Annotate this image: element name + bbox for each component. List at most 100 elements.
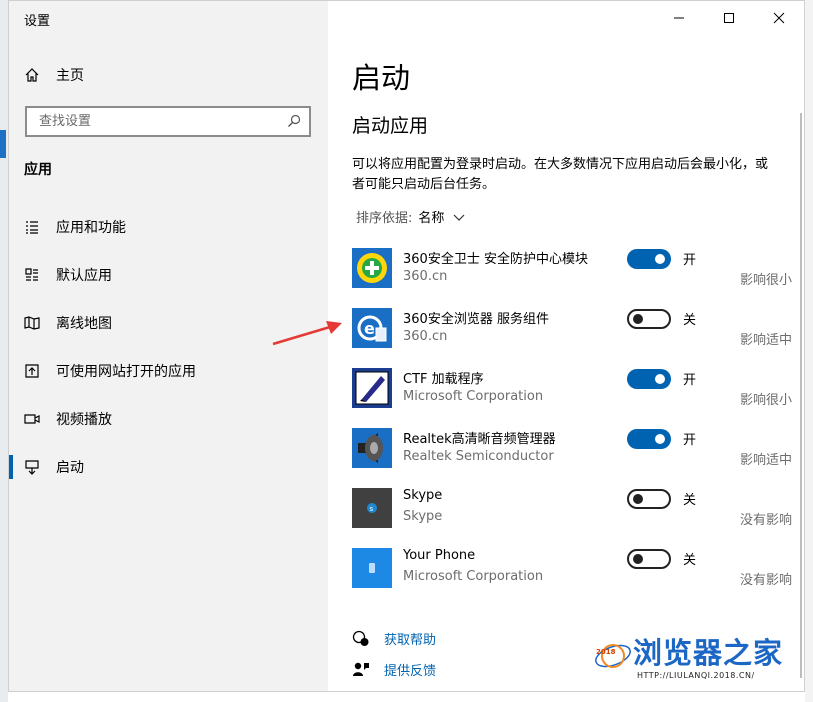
chevron-down-icon [453,214,465,221]
map-icon [24,316,40,330]
startup-app-row: e 360安全浏览器 服务组件 360.cn 关 影响适中 [352,308,792,354]
app-publisher: Microsoft Corporation [403,569,544,584]
startup-impact: 影响很小 [739,273,792,288]
toggle-knob [655,374,665,384]
watermark: 2018 浏览器之家 HTTP://LIULANQI.2018.CN/ [593,630,798,686]
get-help-label: 获取帮助 [384,633,437,648]
toggle-knob [655,254,665,264]
startup-app-row: CTF 加载程序 Microsoft Corporation 开 影响很小 [352,368,792,414]
startup-app-row: 360安全卫士 安全防护中心模块 360.cn 开 影响很小 [352,248,792,294]
toggle-state: 关 [683,493,697,508]
toggle-state: 开 [683,433,697,448]
list-icon [26,221,38,234]
home-icon [25,68,39,82]
svg-text:s: s [370,505,374,513]
sort-label: 排序依据: [356,211,413,226]
nav-item-apps-features[interactable]: 应用和功能 [24,215,126,239]
app-name: 360安全浏览器 服务组件 [403,312,549,327]
window-title: 设置 [24,14,51,29]
section-title: 应用 [24,162,52,178]
toggle-state: 关 [683,553,697,568]
nav-item-label: 可使用网站打开的应用 [56,364,196,380]
nav-home-label: 主页 [56,68,84,84]
toggle-state: 开 [683,373,697,388]
startup-toggle[interactable] [627,309,671,329]
search-input[interactable] [37,113,281,130]
section-subtitle: 启动应用 [352,115,429,137]
open-web-icon [25,364,39,378]
startup-impact: 影响适中 [739,333,792,348]
nav-item-startup[interactable]: 启动 [24,455,84,479]
startup-impact: 影响很小 [739,393,792,408]
app-name: 360安全卫士 安全防护中心模块 [403,252,588,267]
360-safe-icon [352,248,392,288]
annotation-arrow-icon [272,321,342,346]
startup-impact: 影响适中 [739,453,792,468]
feedback-icon [353,662,369,676]
app-name: Realtek高清晰音频管理器 [403,432,556,447]
toggle-state: 开 [683,253,697,268]
active-indicator [9,455,13,479]
watermark-name: 浏览器之家 [633,636,784,670]
search-icon[interactable] [287,114,301,128]
page-title: 启动 [352,61,411,95]
nav-item-label: 默认应用 [56,268,112,284]
360-browser-icon: e [352,308,392,348]
startup-app-row: Your Phone Microsoft Corporation 关 没有影响 [352,548,792,594]
startup-toggle[interactable] [627,249,671,269]
nav-item-offline-maps[interactable]: 离线地图 [24,311,112,335]
watermark-url: HTTP://LIULANQI.2018.CN/ [637,671,755,680]
search-box[interactable] [25,106,311,137]
video-icon [24,414,40,424]
sort-value: 名称 [418,211,445,226]
watermark-year: 2018 [596,648,616,656]
toggle-knob [633,554,643,564]
nav-home[interactable]: 主页 [24,63,84,87]
settings-window: 设置 主页 应用 应用和功能 默认应用 离线地图 可使用网站打开的应用 [8,0,805,692]
startup-toggle[interactable] [627,549,671,569]
app-name: Skype [403,488,443,503]
nav-item-label: 应用和功能 [56,220,126,236]
app-name: CTF 加载程序 [403,372,484,387]
sort-dropdown[interactable]: 排序依据: 名称 [356,207,466,226]
skype-icon: s [352,488,392,528]
startup-toggle[interactable] [627,369,671,389]
scrollbar[interactable] [800,113,802,678]
default-apps-icon [25,268,38,281]
startup-toggle[interactable] [627,429,671,449]
startup-impact: 没有影响 [739,513,792,528]
app-publisher: 360.cn [403,269,448,284]
get-help-link[interactable]: 获取帮助 [352,629,436,648]
nav-item-default-apps[interactable]: 默认应用 [24,263,112,287]
nav-item-video-playback[interactable]: 视频播放 [24,407,112,431]
startup-toggle[interactable] [627,489,671,509]
feedback-label: 提供反馈 [384,664,437,679]
feedback-link[interactable]: 提供反馈 [352,660,436,679]
help-chat-icon [352,630,369,646]
startup-app-row: Realtek高清晰音频管理器 Realtek Semiconductor 开 … [352,428,792,474]
app-publisher: Microsoft Corporation [403,389,544,404]
nav-item-label: 启动 [56,460,84,476]
app-publisher: 360.cn [403,329,448,344]
your-phone-icon [352,548,392,588]
nav-item-open-with-web[interactable]: 可使用网站打开的应用 [24,359,196,383]
speaker-icon [352,428,392,468]
app-publisher: Skype [403,509,443,524]
ctf-loader-icon [352,368,392,408]
toggle-knob [655,434,665,444]
background-left [0,0,8,702]
startup-app-row: s Skype Skype 关 没有影响 [352,488,792,534]
description: 可以将应用配置为登录时启动。在大多数情况下应用启动后会最小化，或者可能只启动后台… [352,157,769,192]
app-publisher: Realtek Semiconductor [403,449,554,464]
app-name: Your Phone [403,548,476,563]
toggle-knob [633,314,643,324]
main-content: 启动 启动应用 可以将应用配置为登录时启动。在大多数情况下应用启动后会最小化，或… [328,1,804,691]
toggle-state: 关 [683,313,697,328]
startup-impact: 没有影响 [739,573,792,588]
startup-icon [25,460,39,475]
nav-item-label: 离线地图 [56,316,112,332]
nav-item-label: 视频播放 [56,412,112,428]
toggle-knob [633,494,643,504]
svg-text:e: e [364,319,375,338]
background-accent [0,130,6,158]
